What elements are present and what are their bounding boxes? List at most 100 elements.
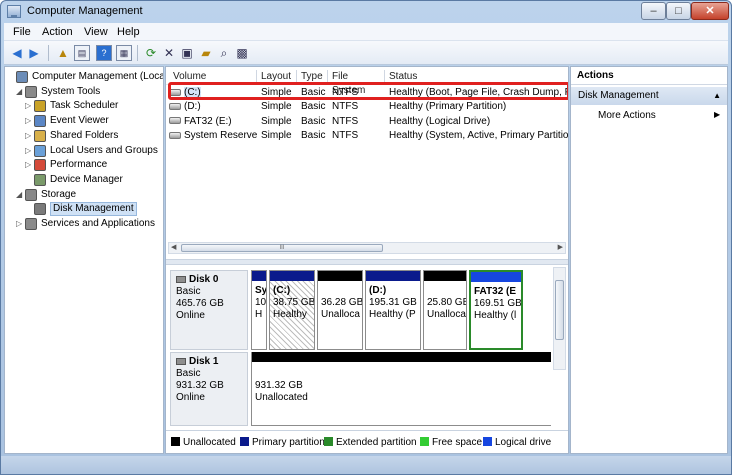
- disk-properties-icon[interactable]: ▣: [179, 45, 195, 61]
- legend-swatch: [483, 437, 492, 446]
- title-bar[interactable]: Computer Management – □ ✕: [1, 1, 731, 23]
- volume-cell-fs: NTFS: [332, 101, 359, 113]
- legend-item: Unallocated: [171, 437, 236, 448]
- actions-section-disk-management[interactable]: Disk Management ▲: [571, 87, 727, 105]
- menu-file[interactable]: File: [13, 26, 31, 38]
- up-folder-icon[interactable]: ▲: [55, 45, 71, 61]
- partition-size: 931.32 GB: [255, 380, 303, 391]
- volume-cell-layout: Simple: [261, 101, 292, 113]
- services-icon: [25, 218, 37, 230]
- users-icon: [34, 144, 46, 157]
- close-button[interactable]: ✕: [691, 2, 729, 20]
- menu-view[interactable]: View: [84, 26, 108, 38]
- volume-row[interactable]: (D:) Simple Basic NTFS Healthy (Primary Part…: [166, 100, 568, 114]
- partition-size: 36.28 GB: [321, 297, 363, 308]
- expand-toggle-icon[interactable]: ▷: [25, 144, 33, 158]
- partition-type-bar: [471, 272, 521, 282]
- delete-icon[interactable]: ✕: [161, 45, 177, 61]
- vertical-scrollbar[interactable]: [553, 267, 566, 370]
- partition-title-empty: [427, 285, 466, 297]
- volume-cell-layout: Simple: [261, 115, 292, 127]
- volume-name: System Reserved: [184, 129, 257, 141]
- console-tree: Computer Management (Local ◢ System Tools ▷…: [4, 66, 164, 454]
- disk-info-0[interactable]: Disk 0 Basic 465.76 GB Online: [170, 270, 248, 350]
- scroll-left-icon[interactable]: ◀: [171, 243, 176, 251]
- partition[interactable]: (C:) 38.75 GB Healthy: [269, 270, 315, 350]
- legend-label: Unallocated: [183, 437, 236, 448]
- tree-item-label: Computer Management (Local: [32, 71, 164, 82]
- partition-status: Healthy: [273, 309, 307, 320]
- partition-title: (C:): [273, 285, 291, 296]
- open-icon[interactable]: ▰: [198, 45, 214, 61]
- expand-toggle-icon[interactable]: ◢: [16, 188, 24, 202]
- actions-title: Actions: [571, 67, 727, 85]
- partition[interactable]: 25.80 GB Unalloca: [423, 270, 467, 350]
- expand-toggle-icon[interactable]: ▷: [16, 217, 24, 231]
- volume-cell-type: Basic: [301, 101, 326, 113]
- maximize-button[interactable]: □: [666, 2, 691, 20]
- partition-type-bar: [318, 271, 362, 281]
- back-arrow-icon[interactable]: ◀: [9, 45, 25, 61]
- computer-management-window: Computer Management – □ ✕ File Action Vi…: [0, 0, 732, 475]
- partition[interactable]: 931.32 GB Unallocated: [251, 352, 551, 426]
- menu-action[interactable]: Action: [42, 26, 73, 38]
- volume-cell-fs: NTFS: [332, 129, 359, 141]
- disk-name-label: Disk 1: [189, 356, 219, 367]
- partition-title: (D:): [369, 285, 387, 296]
- partition[interactable]: 36.28 GB Unalloca: [317, 270, 363, 350]
- tree-item-label: Storage: [41, 188, 77, 200]
- partition[interactable]: (D:) 195.31 GB Healthy (P: [365, 270, 421, 350]
- expand-toggle-icon[interactable]: ◢: [16, 85, 24, 99]
- horizontal-scrollbar[interactable]: ◀ III ▶: [168, 242, 566, 254]
- expand-toggle-icon[interactable]: ▷: [25, 129, 33, 143]
- expand-toggle-icon[interactable]: ▷: [25, 158, 33, 172]
- partition-size: 25.80 GB: [427, 297, 467, 308]
- more-actions-item[interactable]: More Actions: [598, 110, 656, 121]
- properties-icon[interactable]: ▦: [116, 45, 132, 61]
- volume-list: Volume Layout Type File System Status (C…: [166, 67, 568, 257]
- partition-type-bar: [252, 271, 266, 281]
- status-bar: [1, 456, 731, 474]
- partition[interactable]: Sy 10 H: [251, 270, 267, 350]
- partition-title: Sy: [255, 285, 267, 296]
- partition-label: (D:) 195.31 GB Healthy (P: [369, 285, 417, 321]
- disk-management-pane: Volume Layout Type File System Status (C…: [165, 66, 569, 454]
- menu-help[interactable]: Help: [117, 26, 140, 38]
- volume-row[interactable]: System Reserved Simple Basic NTFS Healthy (S…: [166, 129, 568, 143]
- help-icon[interactable]: ?: [96, 45, 112, 61]
- disk-state: Online: [176, 310, 205, 321]
- volume-cell-status: Healthy (Logical Drive): [389, 115, 491, 127]
- event-viewer-icon: [34, 115, 46, 128]
- export-icon[interactable]: ▩: [234, 45, 250, 61]
- partition-title: FAT32 (E: [474, 286, 517, 297]
- tree-item-label: System Tools: [41, 85, 101, 97]
- scroll-thumb[interactable]: [555, 280, 564, 340]
- scroll-right-icon[interactable]: ▶: [558, 243, 563, 251]
- disk-info-1[interactable]: Disk 1 Basic 931.32 GB Online: [170, 352, 248, 426]
- partition-label: Sy 10 H: [255, 285, 267, 321]
- disk-type: Basic: [176, 286, 201, 297]
- partition-size: 195.31 GB: [369, 297, 417, 308]
- disk-state: Online: [176, 392, 205, 403]
- refresh-icon[interactable]: ⟳: [143, 45, 159, 61]
- collapse-up-icon[interactable]: ▲: [713, 87, 721, 105]
- minimize-button[interactable]: –: [641, 2, 666, 20]
- legend-swatch: [420, 437, 429, 446]
- volume-cell-fs: NTFS: [332, 115, 359, 127]
- toolbar: ◀ ▶ ▲ ▤ ? ▦ ⟳ ✕ ▣ ▰ ⌕ ▩: [4, 41, 728, 65]
- partition[interactable]: FAT32 (E 169.51 GB Healthy (l: [469, 270, 523, 350]
- forward-arrow-icon[interactable]: ▶: [26, 45, 42, 61]
- expand-toggle-icon[interactable]: ▷: [25, 114, 33, 128]
- legend-item: Free space: [420, 437, 482, 448]
- toolbar-separator: [48, 45, 49, 61]
- show-hide-tree-icon[interactable]: ▤: [74, 45, 90, 61]
- expand-toggle-icon[interactable]: ▷: [25, 99, 33, 113]
- volume-cell-volume: System Reserved: [169, 129, 257, 143]
- performance-icon: [34, 159, 46, 172]
- partition-size: 10: [255, 297, 267, 308]
- volume-row[interactable]: FAT32 (E:) Simple Basic NTFS Healthy (Logica…: [166, 115, 568, 129]
- volume-name: (D:): [184, 101, 201, 113]
- volume-cell-type: Basic: [301, 129, 326, 141]
- scroll-thumb[interactable]: III: [181, 244, 383, 252]
- search-icon[interactable]: ⌕: [216, 45, 232, 61]
